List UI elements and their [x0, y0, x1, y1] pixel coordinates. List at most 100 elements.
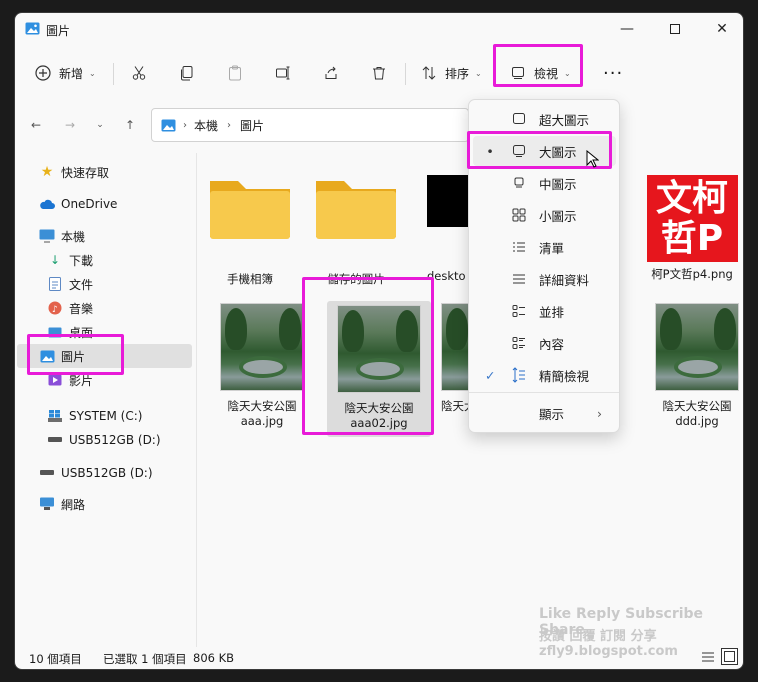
- navigation-pane: ★ 快速存取 OneDrive 本機 ↓ 下載 文件 ♪ 音樂 桌面 圖片 影片 SY…: [15, 153, 195, 647]
- selection-count: 已選取 1 個項目: [103, 652, 187, 666]
- sidebar-item-label: 桌面: [69, 325, 94, 340]
- paste-button[interactable]: [227, 57, 243, 89]
- maximize-button[interactable]: [662, 19, 688, 39]
- folder-icon: [316, 181, 396, 239]
- menu-item-label: 並排: [539, 304, 565, 320]
- music-icon: ♪: [47, 300, 63, 316]
- copy-icon: [181, 66, 193, 81]
- cloud-icon: [39, 196, 55, 212]
- up-button[interactable]: ↑: [119, 114, 141, 136]
- logo-thumbnail: 文柯 哲P: [646, 175, 738, 262]
- menu-item-small-icons[interactable]: 小圖示: [473, 200, 616, 230]
- menu-item-label: 清單: [539, 240, 565, 256]
- sidebar-item-network[interactable]: 網路: [39, 492, 189, 516]
- file-tile[interactable]: 陰天大安公園 ddd.jpg: [647, 303, 743, 429]
- sidebar-item-pictures[interactable]: 圖片: [17, 344, 192, 368]
- grid-icon: [511, 207, 527, 223]
- menu-item-details[interactable]: 詳細資料: [473, 264, 616, 294]
- sidebar-item-system-c[interactable]: SYSTEM (C:): [47, 404, 189, 428]
- sidebar-item-label: 圖片: [61, 349, 86, 364]
- menu-item-content[interactable]: 內容: [473, 328, 616, 358]
- drive-icon: [47, 432, 63, 448]
- more-options-button[interactable]: ···: [603, 57, 623, 89]
- sidebar-item-downloads[interactable]: ↓ 下載: [47, 248, 189, 272]
- tiles-icon: [511, 303, 527, 319]
- sidebar-item-usb-d-root[interactable]: USB512GB (D:): [39, 461, 189, 485]
- computer-icon: [39, 228, 55, 244]
- trash-icon: [373, 67, 385, 80]
- file-tile[interactable]: deskto: [427, 175, 473, 284]
- sidebar-item-label: 文件: [69, 277, 94, 292]
- sidebar-item-label: 網路: [61, 497, 86, 512]
- chevron-down-icon: ⌄: [96, 120, 104, 130]
- sidebar-item-quick-access[interactable]: ★ 快速存取: [39, 160, 189, 184]
- chevron-down-icon: ⌄: [564, 68, 571, 78]
- image-thumbnail: [337, 305, 421, 393]
- pictures-icon: [161, 119, 176, 131]
- mouse-cursor-icon: [586, 150, 599, 168]
- close-button[interactable]: ✕: [709, 19, 735, 39]
- sidebar-item-music[interactable]: ♪ 音樂: [47, 296, 189, 320]
- file-name: 陰天大安公園 ddd.jpg: [662, 399, 732, 428]
- sidebar-item-this-pc[interactable]: 本機: [39, 224, 189, 248]
- share-button[interactable]: [323, 57, 339, 89]
- breadcrumb-root[interactable]: 本機: [194, 117, 218, 134]
- new-button[interactable]: 新增 ⌄: [35, 57, 96, 89]
- sidebar-item-desktop[interactable]: 桌面: [47, 320, 189, 344]
- back-button[interactable]: ←: [25, 114, 47, 136]
- rename-button[interactable]: [275, 57, 291, 89]
- arrow-right-icon: →: [64, 118, 76, 132]
- watermark-line-3: zfly9.blogspot.com: [539, 644, 678, 659]
- sidebar-item-usb-d[interactable]: USB512GB (D:): [47, 428, 189, 452]
- menu-item-label: 小圖示: [539, 208, 577, 224]
- sidebar-item-label: OneDrive: [61, 197, 118, 211]
- sidebar-item-videos[interactable]: 影片: [47, 368, 189, 392]
- delete-button[interactable]: [371, 57, 387, 89]
- details-icon: [511, 271, 527, 287]
- chevron-right-icon: ›: [227, 119, 232, 131]
- file-tile-selected[interactable]: 陰天大安公園 aaa02.jpg: [327, 301, 431, 437]
- drive-icon: [39, 465, 55, 481]
- menu-item-list[interactable]: 清單: [473, 232, 616, 262]
- forward-button[interactable]: →: [59, 114, 81, 136]
- chevron-right-icon: ›: [183, 119, 187, 131]
- clipboard-icon: [229, 65, 241, 81]
- menu-item-extra-large-icons[interactable]: 超大圖示: [473, 104, 616, 134]
- selected-bullet: •: [486, 143, 494, 159]
- monitor-icon: [511, 175, 527, 191]
- breadcrumb-folder[interactable]: 圖片: [240, 117, 264, 134]
- image-thumbnail: [655, 303, 739, 391]
- sidebar-item-label: 音樂: [69, 301, 94, 316]
- image-thumbnail: [427, 175, 473, 227]
- menu-item-medium-icons[interactable]: 中圖示: [473, 168, 616, 198]
- sidebar-item-documents[interactable]: 文件: [47, 272, 189, 296]
- file-name: deskto: [427, 269, 466, 283]
- image-thumbnail: [220, 303, 304, 391]
- file-tile[interactable]: 文柯 哲P 柯P文哲p4.png: [637, 175, 743, 282]
- watermark-line-2: 按讚 回覆 訂閱 分享: [539, 629, 657, 644]
- file-tile[interactable]: 陰天大安公園 aaa.jpg: [212, 303, 312, 429]
- menu-item-compact-view[interactable]: ✓ 精簡檢視: [473, 360, 616, 390]
- view-button[interactable]: 檢視 ⌄: [511, 57, 571, 89]
- sidebar-item-onedrive[interactable]: OneDrive: [39, 192, 189, 216]
- minimize-button[interactable]: —: [614, 19, 640, 39]
- content-icon: [511, 335, 527, 351]
- cut-button[interactable]: [131, 57, 147, 89]
- share-icon: [325, 66, 337, 79]
- sort-button[interactable]: 排序 ⌄: [421, 57, 482, 89]
- menu-item-show[interactable]: 顯示 ›: [473, 398, 616, 428]
- chevron-down-icon: ⌄: [475, 68, 482, 78]
- folder-tile[interactable]: 手機相簿: [200, 171, 300, 287]
- rename-icon: [276, 66, 290, 80]
- menu-item-label: 大圖示: [539, 144, 577, 160]
- address-bar[interactable]: › 本機 › 圖片: [151, 108, 469, 142]
- menu-item-label: 超大圖示: [539, 112, 590, 128]
- sidebar-item-label: 快速存取: [61, 165, 110, 180]
- pictures-icon: [25, 22, 40, 35]
- video-icon: [47, 372, 63, 388]
- recent-locations-button[interactable]: ⌄: [89, 114, 111, 136]
- arrow-left-icon: ←: [30, 118, 42, 132]
- menu-item-tiles[interactable]: 並排: [473, 296, 616, 326]
- folder-tile[interactable]: 儲存的圖片: [306, 171, 406, 287]
- copy-button[interactable]: [179, 57, 195, 89]
